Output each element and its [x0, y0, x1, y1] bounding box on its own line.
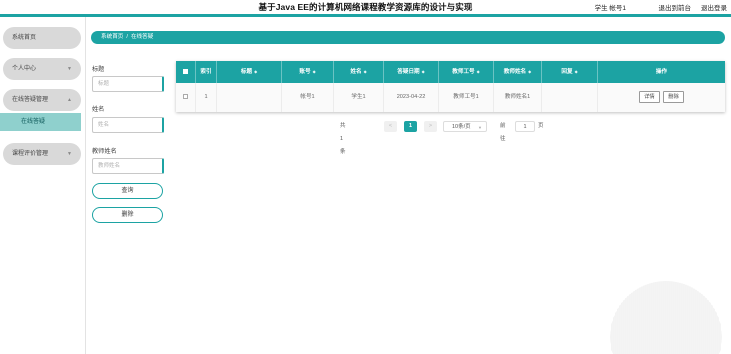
col-account[interactable]: 账号 ◆: [282, 61, 334, 83]
total-count: 共 1 条: [340, 123, 346, 155]
sidebar-item-home[interactable]: 系统首页: [3, 27, 81, 49]
name-filter-input[interactable]: [92, 117, 164, 133]
chevron-down-icon: ▼: [478, 125, 482, 130]
column-header-label: 操作: [655, 69, 668, 75]
sidebar-item-course-evaluation[interactable]: 课程评价管理 ▼: [3, 143, 81, 165]
page-unit-label: 页: [538, 123, 544, 129]
name-filter-label: 姓名: [92, 106, 105, 113]
sidebar-item-label: 系统首页: [12, 35, 37, 41]
page-number-current[interactable]: 1: [404, 121, 417, 132]
cell-reply: [542, 83, 598, 112]
goto-label: 前往: [500, 123, 506, 142]
header-accent-line: [0, 14, 731, 17]
col-teacher-name[interactable]: 教师姓名 ◆: [494, 61, 542, 83]
sidebar-item-label: 在线答疑: [21, 119, 46, 125]
column-header-label: 教师工号: [452, 69, 475, 75]
cell-index: 1: [196, 83, 217, 112]
cell-date: 2023-04-22: [384, 83, 439, 112]
column-header-label: 账号: [299, 69, 311, 75]
sidebar-item-profile[interactable]: 个人中心 ▼: [3, 58, 81, 80]
col-teacher-id[interactable]: 教师工号 ◆: [439, 61, 494, 83]
col-actions: 操作: [598, 61, 725, 83]
cell-title: [217, 83, 282, 112]
chevron-down-icon: ▼: [67, 151, 72, 157]
sidebar-item-label: 课程评价管理: [12, 151, 49, 157]
teacher-name-filter-label: 教师姓名: [92, 148, 117, 155]
col-date[interactable]: 答疑日期 ◆: [384, 61, 439, 83]
breadcrumb: 系统首页 / 在线答疑: [91, 31, 725, 44]
column-header-label: 标题: [240, 69, 253, 75]
current-user-label: 学生 帐号1: [594, 5, 626, 12]
cell-teacher-id: 教师工号1: [439, 83, 494, 112]
sort-icon[interactable]: ◆: [422, 69, 425, 74]
page-size-select[interactable]: 10条/页 ▼: [443, 121, 487, 132]
column-header-label: 答疑日期: [397, 69, 420, 75]
cell-account: 帐号1: [282, 83, 334, 112]
col-name[interactable]: 姓名 ◆: [334, 61, 384, 83]
decorative-stripes: [610, 281, 722, 354]
detail-button[interactable]: 详情: [639, 90, 660, 103]
sort-icon[interactable]: ◆: [477, 69, 480, 74]
chevron-down-icon: ▼: [67, 66, 72, 72]
col-index: 索引: [196, 61, 217, 83]
table-header: 索引 标题 ◆ 账号 ◆ 姓名 ◆ 答疑日期 ◆ 教师工号 ◆ 教师姓名 ◆ 回复 ◆ 操作: [176, 61, 725, 83]
column-header-label: 姓名: [350, 69, 362, 75]
row-delete-button[interactable]: 删除: [663, 90, 684, 103]
sort-icon[interactable]: ◆: [364, 69, 367, 74]
sidebar-item-qa-management[interactable]: 在线答疑管理 ▲: [3, 89, 81, 111]
chevron-down-icon: ▲: [67, 97, 72, 103]
cell-teacher-name: 教师姓名1: [494, 83, 542, 112]
qa-table: 索引 标题 ◆ 账号 ◆ 姓名 ◆ 答疑日期 ◆ 教师工号 ◆ 教师姓名 ◆ 回复 ◆ 操作 …: [176, 61, 725, 112]
sort-icon[interactable]: ◆: [313, 69, 316, 74]
title-filter-input[interactable]: [92, 76, 164, 92]
column-header-label: 索引: [200, 69, 212, 75]
page-size-value: 10条/页: [452, 124, 471, 130]
sidebar-item-label: 个人中心: [12, 66, 37, 72]
next-page-button[interactable]: >: [424, 121, 437, 132]
row-checkbox[interactable]: [183, 94, 188, 100]
select-all-checkbox[interactable]: [183, 69, 188, 75]
breadcrumb-home[interactable]: 系统首页: [101, 34, 123, 40]
sort-icon[interactable]: ◆: [254, 69, 257, 74]
logout-link[interactable]: 退出登录: [701, 2, 727, 12]
query-button[interactable]: 查询: [92, 183, 163, 199]
cell-name: 学生1: [334, 83, 384, 112]
column-header-label: 回复: [561, 69, 573, 75]
prev-page-button[interactable]: <: [384, 121, 397, 132]
sort-icon[interactable]: ◆: [575, 69, 578, 74]
table-row: 1 帐号1 学生1 2023-04-22 教师工号1 教师姓名1 详情 删除: [176, 83, 725, 112]
goto-page-input[interactable]: 1: [515, 121, 535, 132]
title-filter-label: 标题: [92, 66, 105, 73]
col-reply[interactable]: 回复 ◆: [542, 61, 598, 83]
sidebar-item-online-qa[interactable]: 在线答疑: [0, 113, 81, 131]
column-header-label: 教师姓名: [503, 69, 527, 75]
cell-actions: 详情 删除: [598, 83, 725, 112]
exit-to-front-link[interactable]: 退出到前台: [659, 2, 692, 12]
breadcrumb-separator: /: [126, 34, 128, 40]
teacher-name-filter-input[interactable]: [92, 158, 164, 174]
row-select-cell: [176, 83, 196, 112]
select-all-cell: [176, 61, 196, 83]
batch-delete-button[interactable]: 删除: [92, 207, 163, 223]
sort-icon[interactable]: ◆: [528, 69, 531, 74]
top-bar: 基于Java EE的计算机网络课程教学资源库的设计与实现 学生 帐号1 退出到前…: [0, 0, 731, 13]
col-title[interactable]: 标题 ◆: [217, 61, 282, 83]
sidebar-item-label: 在线答疑管理: [12, 97, 49, 103]
sidebar: 系统首页 个人中心 ▼ 在线答疑管理 ▲ 在线答疑 课程评价管理 ▼: [0, 17, 86, 354]
breadcrumb-current: 在线答疑: [130, 34, 154, 40]
